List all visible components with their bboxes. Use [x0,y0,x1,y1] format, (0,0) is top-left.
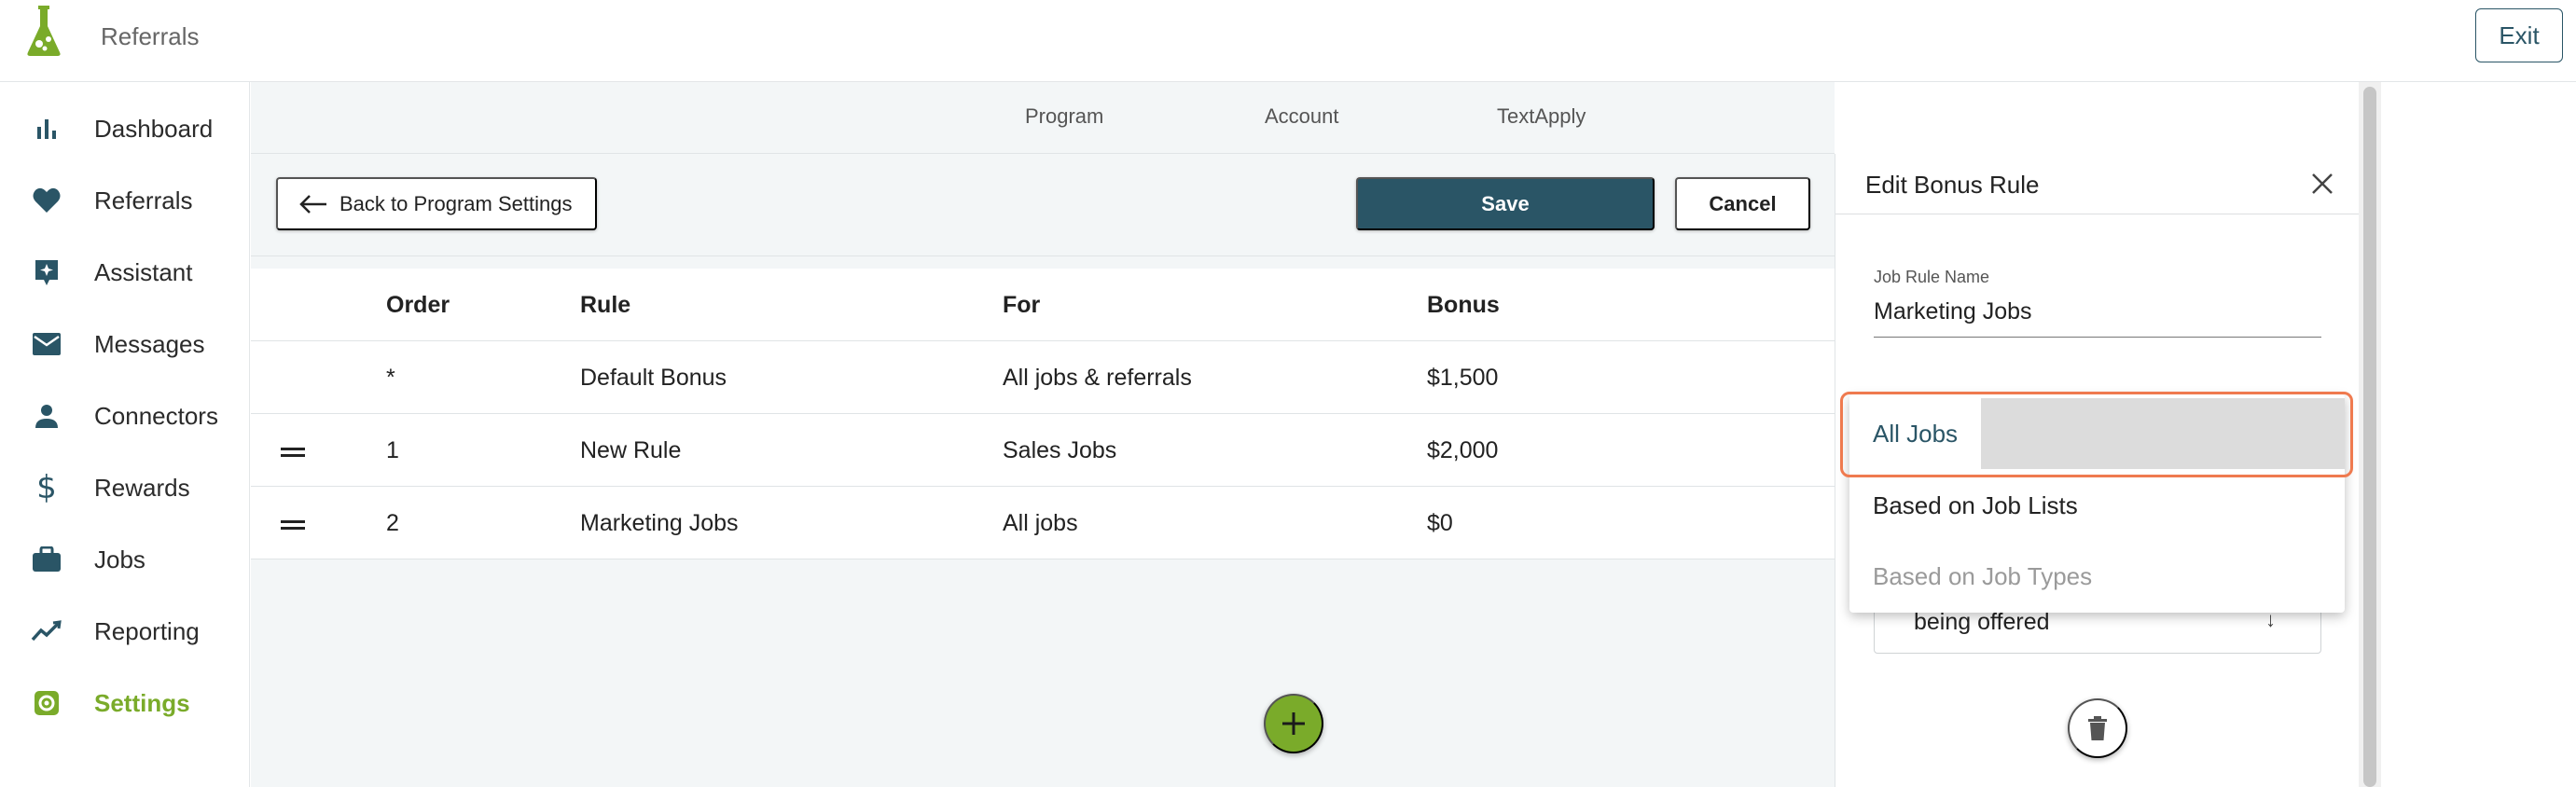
sidebar-item-label: Settings [94,688,190,717]
briefcase-icon [30,543,63,576]
cell-bonus: $2,000 [1427,436,1499,463]
job-rule-name-input[interactable]: Marketing Jobs [1874,298,2321,338]
sidebar-item-messages[interactable]: Messages [0,316,250,372]
option-based-on-job-lists[interactable]: Based on Job Lists [1849,470,2345,541]
mail-icon [30,327,63,361]
back-button-label: Back to Program Settings [339,191,573,215]
cell-for: All jobs & referrals [1003,364,1192,391]
table-row[interactable]: 2 Marketing Jobs All jobs $0 [251,487,1835,559]
sidebar-item-settings[interactable]: Settings [0,675,250,731]
main-content: Program Account TextApply Back to Progra… [251,82,1835,787]
panel-title: Edit Bonus Rule [1865,171,2040,199]
sidebar-item-label: Referrals [94,186,193,214]
add-rule-button[interactable] [1264,694,1323,753]
plus-icon [1282,712,1305,735]
scrollbar-thumb[interactable] [2363,87,2376,787]
tab-account[interactable]: Account [1265,104,1339,129]
heart-icon [30,184,63,217]
table-row[interactable]: 1 New Rule Sales Jobs $2,000 [251,414,1835,487]
save-button[interactable]: Save [1356,177,1655,230]
sidebar-item-label: Reporting [94,616,200,645]
app-title: Referrals [101,22,200,50]
tab-program[interactable]: Program [1025,104,1103,129]
focus-highlight-ring [1840,392,2353,477]
cell-for: Sales Jobs [1003,436,1117,463]
cell-bonus: $0 [1427,509,1453,536]
sidebar-item-label: Connectors [94,401,218,430]
cell-order: 2 [386,509,399,536]
option-label: Based on Job Lists [1873,490,2078,519]
tab-textapply[interactable]: TextApply [1497,104,1586,129]
sidebar-item-connectors[interactable]: Connectors [0,388,250,444]
scrollbar[interactable] [2359,82,2381,787]
drag-handle-icon[interactable] [281,520,305,530]
option-based-on-job-types: Based on Job Types [1849,541,2345,612]
job-rule-name-label: Job Rule Name [1874,268,1990,286]
sidebar-nav: Dashboard Referrals Assistant Messages C… [0,82,250,787]
cell-order: * [386,364,395,391]
delete-rule-button[interactable] [2068,698,2127,758]
sidebar-item-rewards[interactable]: $ Rewards [0,460,250,516]
cell-for: All jobs [1003,509,1078,536]
table-header-row: Order Rule For Bonus [251,269,1835,341]
trash-icon [2088,716,2107,740]
dollar-icon: $ [36,469,57,506]
cell-rule: Default Bonus [580,364,727,391]
cancel-button[interactable]: Cancel [1675,177,1810,230]
sparkle-icon [30,255,63,289]
sidebar-item-label: Assistant [94,257,193,286]
trend-icon [30,614,63,648]
cell-rule: Marketing Jobs [580,509,739,536]
option-label: Based on Job Types [1873,561,2093,590]
column-header-for: For [1003,291,1041,318]
settings-tabs: Program Account TextApply [251,82,1835,154]
person-icon [30,399,63,433]
cell-rule: New Rule [580,436,682,463]
table-row[interactable]: * Default Bonus All jobs & referrals $1,… [251,341,1835,414]
cell-order: 1 [386,436,399,463]
sidebar-item-label: Dashboard [94,114,214,143]
job-selection-value: being offered [1914,609,2050,635]
sidebar-item-label: Jobs [94,545,145,573]
sidebar-item-dashboard[interactable]: Dashboard [0,101,250,157]
drag-handle-icon[interactable] [281,448,305,457]
sidebar-item-referrals[interactable]: Referrals [0,173,250,228]
sidebar-item-label: Messages [94,329,205,358]
sidebar-item-label: Rewards [94,473,190,502]
cell-bonus: $1,500 [1427,364,1499,391]
back-to-program-settings-button[interactable]: Back to Program Settings [276,177,597,230]
top-bar: Referrals Exit [0,0,2576,82]
column-header-order: Order [386,291,450,318]
exit-button[interactable]: Exit [2475,8,2563,62]
column-header-bonus: Bonus [1427,291,1500,318]
flask-logo-icon [27,6,61,56]
arrow-left-icon [299,194,326,214]
column-header-rule: Rule [580,291,631,318]
sidebar-item-assistant[interactable]: Assistant [0,244,250,300]
bar-chart-icon [30,112,63,145]
sidebar-item-jobs[interactable]: Jobs [0,532,250,587]
sidebar-item-reporting[interactable]: Reporting [0,603,250,659]
gear-icon [30,686,63,720]
close-icon[interactable] [2304,165,2341,202]
